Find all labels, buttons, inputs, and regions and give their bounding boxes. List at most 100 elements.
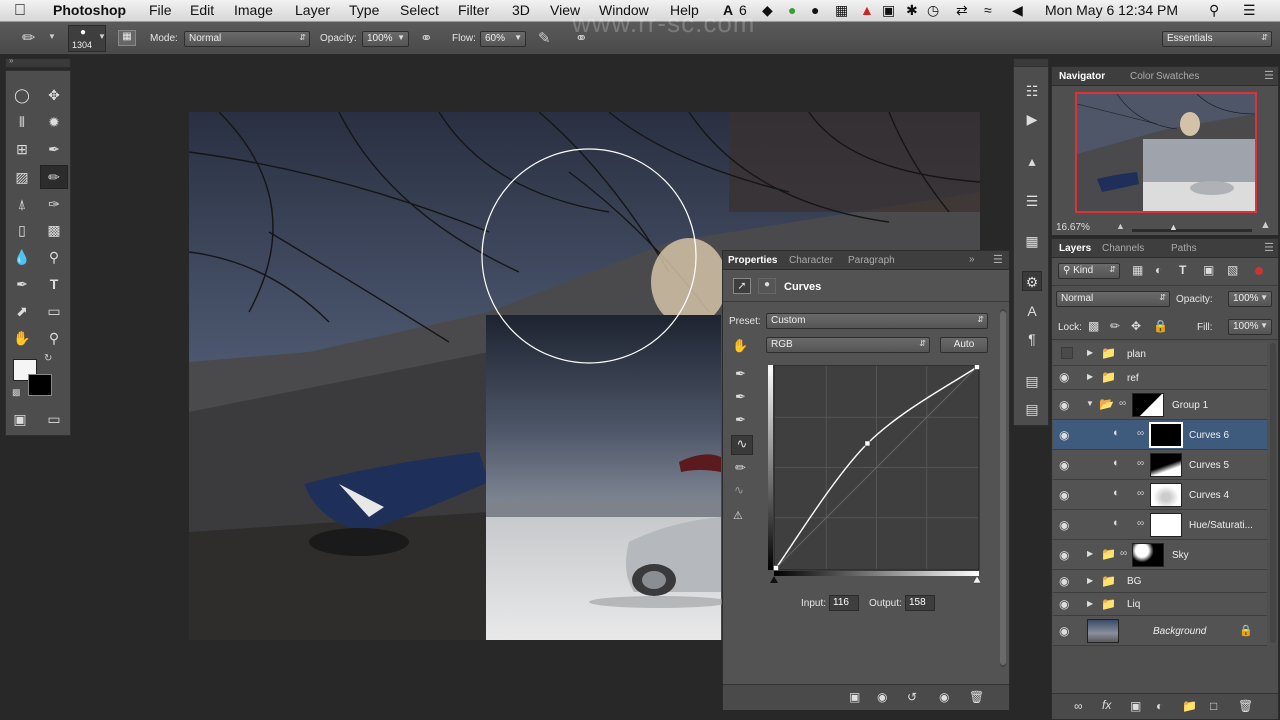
move-tool-icon[interactable]: ✥ <box>42 84 66 106</box>
zoom-out-icon[interactable]: ▲ <box>1116 221 1125 231</box>
layer-row-curves-6[interactable]: ◉ ◐ ∞ Curves 6 <box>1053 420 1267 450</box>
eye-icon[interactable]: ◉ <box>1059 597 1069 611</box>
clip-to-layer-icon[interactable]: ▣ <box>849 690 860 704</box>
history-brush-icon[interactable]: ✑ <box>42 193 66 215</box>
input-field[interactable]: 116 <box>829 595 859 611</box>
healing-brush-icon[interactable]: ▨ <box>10 166 34 188</box>
clipping-warning-icon[interactable]: ⚠ <box>733 509 743 522</box>
lock-position-icon[interactable]: ✥ <box>1131 319 1141 333</box>
filter-type-icon[interactable]: T <box>1179 263 1186 277</box>
black-point-eyedropper-icon[interactable]: ✒ <box>735 366 746 382</box>
adjustment-curves-icon[interactable]: ➚ <box>733 278 751 294</box>
bluetooth-icon[interactable]: ✱ <box>906 2 918 19</box>
magic-wand-icon[interactable]: ✹ <box>42 111 66 133</box>
fill-field[interactable]: 100% ▼ <box>1228 319 1272 335</box>
menu-filter[interactable]: Filter <box>458 2 489 18</box>
curve-point[interactable] <box>974 364 980 370</box>
blur-icon[interactable]: 💧 <box>10 246 34 268</box>
mode-select[interactable]: Normal ⇵ <box>184 31 310 47</box>
layer-row-sky[interactable]: ◉ ▶ 📁 ∞ Sky <box>1053 540 1267 570</box>
eyedropper-icon[interactable]: ✒ <box>42 138 66 160</box>
trash-icon[interactable]: 🗑 <box>1238 699 1253 713</box>
filter-pixel-icon[interactable]: ▦ <box>1132 263 1143 277</box>
lock-all-icon[interactable]: 🔒 <box>1153 319 1168 333</box>
tab-layers[interactable]: Layers <box>1059 243 1091 254</box>
curve-point[interactable] <box>864 440 871 447</box>
blend-mode-select[interactable]: Normal ⇵ <box>1056 291 1170 307</box>
eye-icon[interactable]: ◉ <box>1059 574 1069 588</box>
mask-thumbnail[interactable] <box>1149 422 1183 448</box>
eye-icon[interactable]: ◉ <box>1059 428 1069 442</box>
collapse-arrow-icon[interactable]: ▼ <box>1086 399 1094 408</box>
layer-row-background[interactable]: ◉ Background 🔒 <box>1053 616 1267 646</box>
eye-icon[interactable]: ◉ <box>1059 624 1069 638</box>
zoom-slider-thumb-icon[interactable]: ▲ <box>1169 222 1178 232</box>
group-mask-thumbnail[interactable] <box>1132 543 1164 567</box>
adjustments-icon[interactable]: ☰ <box>1022 191 1042 211</box>
brush-presets-icon[interactable]: ▦ <box>1022 231 1042 251</box>
panel-menu-icon[interactable]: ☰ <box>993 253 1003 266</box>
curves-graph[interactable] <box>768 364 982 584</box>
scrollbar-thumb[interactable] <box>1000 311 1006 665</box>
type-tool-icon[interactable]: T <box>42 273 66 295</box>
clock[interactable]: Mon May 6 12:34 PM <box>1045 2 1178 18</box>
dodge-icon[interactable]: ⚲ <box>42 246 66 268</box>
expand-arrow-icon[interactable]: ▶ <box>1087 599 1093 608</box>
filter-smart-object-icon[interactable]: ▧ <box>1227 263 1238 277</box>
layer-row-curves-5[interactable]: ◉ ◐ ∞ Curves 5 <box>1053 450 1267 480</box>
tab-navigator[interactable]: Navigator <box>1059 71 1105 82</box>
lock-transparent-icon[interactable]: ▩ <box>1088 319 1099 333</box>
apple-icon[interactable]:  <box>14 2 26 20</box>
tab-paths[interactable]: Paths <box>1171 243 1197 254</box>
lock-pixels-icon[interactable]: ✏ <box>1110 319 1120 333</box>
reset-icon[interactable]: ↺ <box>907 690 917 704</box>
menu-image[interactable]: Image <box>234 2 273 18</box>
gradient-icon[interactable]: ▩ <box>42 219 66 241</box>
filter-adjustment-icon[interactable]: ◐ <box>1155 263 1162 277</box>
preset-select[interactable]: Custom ⇵ <box>766 313 988 329</box>
volume-icon[interactable]: ◀ <box>1012 2 1023 19</box>
layers-scrollbar[interactable] <box>1270 343 1276 643</box>
collapse-icon[interactable]: » <box>9 56 13 65</box>
menu-type[interactable]: Type <box>349 2 379 18</box>
smooth-curve-icon[interactable]: ∿ <box>734 483 744 497</box>
output-field[interactable]: 158 <box>905 595 935 611</box>
layer-row-group-1[interactable]: ◉ ▼ 📂 ∞ Group 1 <box>1053 390 1267 420</box>
tab-channels[interactable]: Channels <box>1102 243 1144 254</box>
opacity-field[interactable]: 100% ▼ <box>362 31 409 47</box>
grid-icon[interactable]: ▦ <box>835 2 848 19</box>
layer-row-liq[interactable]: ◉ ▶ 📁 Liq <box>1053 593 1267 616</box>
notes-icon[interactable]: ▤ <box>1022 371 1042 391</box>
white-point-eyedropper-icon[interactable]: ✒ <box>735 412 746 428</box>
pen-icon[interactable]: ✒ <box>10 273 34 295</box>
panel-menu-icon[interactable]: ☰ <box>1264 241 1274 254</box>
info-icon[interactable]: ▤ <box>1022 399 1042 419</box>
time-machine-icon[interactable]: ◷ <box>927 2 939 19</box>
link-layers-icon[interactable]: ∞ <box>1074 699 1083 713</box>
hand-icon[interactable]: ✋ <box>10 327 34 349</box>
path-selection-icon[interactable]: ⬈ <box>10 300 34 322</box>
visibility-off-box[interactable] <box>1061 347 1073 359</box>
tab-character[interactable]: Character <box>789 255 833 266</box>
histogram-icon[interactable]: ▴ <box>1022 151 1042 171</box>
visibility-icon[interactable]: ◉ <box>939 690 949 704</box>
character-icon[interactable]: A <box>1022 301 1042 321</box>
image-thumbnail[interactable] <box>1087 619 1119 643</box>
elliptical-marquee-icon[interactable]: ◯ <box>10 84 34 106</box>
layer-opacity-field[interactable]: 100% ▼ <box>1228 291 1272 307</box>
tab-paragraph[interactable]: Paragraph <box>848 255 895 266</box>
app-menu[interactable]: Photoshop <box>53 2 126 18</box>
default-colors-icon[interactable]: ▩ <box>12 387 21 398</box>
brush-tool-icon[interactable]: ✏ <box>40 165 68 189</box>
shortcut-icon[interactable]: ▲ <box>860 2 874 18</box>
background-color-swatch[interactable] <box>28 374 52 396</box>
toolbar-header[interactable]: » <box>5 56 71 68</box>
mask-thumbnail[interactable] <box>1150 453 1182 477</box>
trash-icon[interactable]: 🗑 <box>969 690 984 704</box>
brush-panel-toggle-icon[interactable]: ▦ <box>118 30 136 46</box>
tab-color[interactable]: Color <box>1130 71 1154 82</box>
panel-menu-icon[interactable]: ☰ <box>1264 69 1274 82</box>
actions-icon[interactable]: ▶ <box>1022 109 1042 129</box>
expand-arrow-icon[interactable]: ▶ <box>1087 549 1093 558</box>
mask-thumbnail[interactable] <box>1150 483 1182 507</box>
